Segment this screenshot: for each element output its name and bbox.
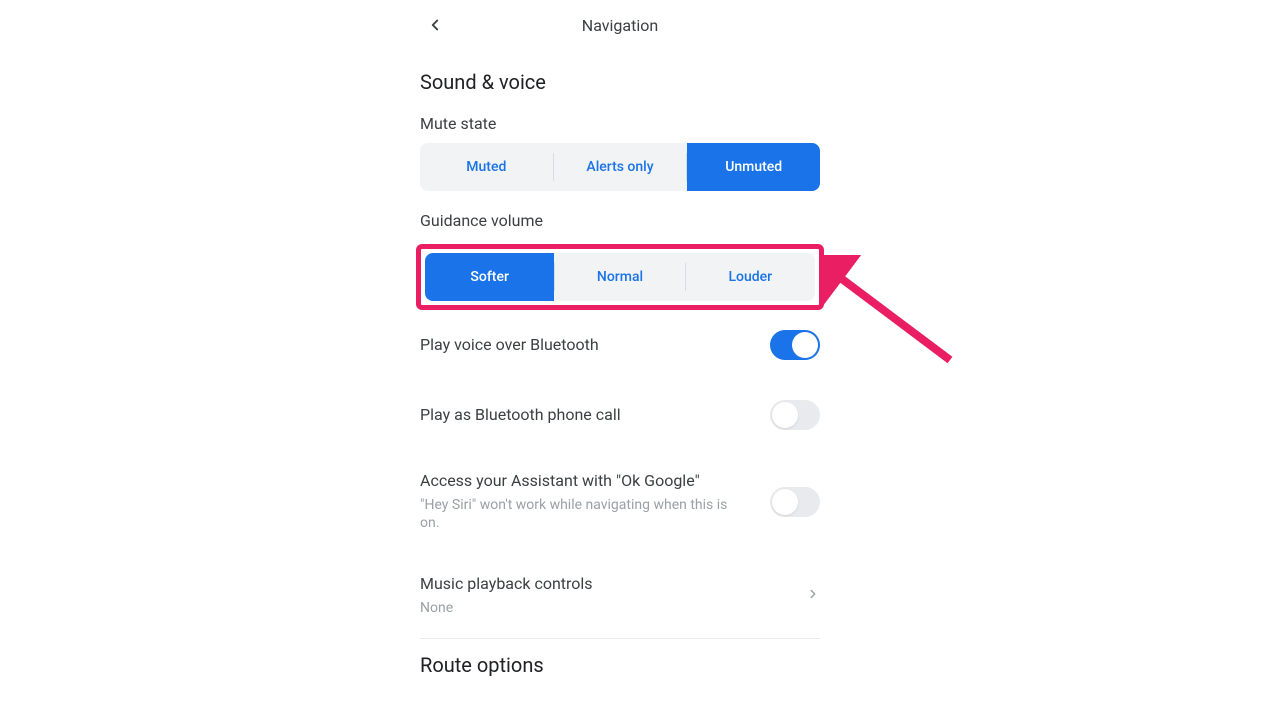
guidance-volume-option-louder[interactable]: Louder <box>686 253 815 301</box>
play-as-call-title: Play as Bluetooth phone call <box>420 404 750 426</box>
assistant-title: Access your Assistant with "Ok Google" <box>420 470 750 492</box>
row-text: Access your Assistant with "Ok Google" "… <box>420 470 770 533</box>
mute-state-option-unmuted[interactable]: Unmuted <box>687 143 820 191</box>
mute-state-option-alerts-only[interactable]: Alerts only <box>554 143 687 191</box>
annotation-arrow-icon <box>820 255 960 375</box>
guidance-volume-option-softer[interactable]: Softer <box>425 253 554 301</box>
toggle-knob <box>772 402 798 428</box>
music-playback-title: Music playback controls <box>420 573 786 595</box>
play-voice-bluetooth-title: Play voice over Bluetooth <box>420 334 750 356</box>
chevron-right-icon <box>806 585 820 606</box>
mute-state-option-muted[interactable]: Muted <box>420 143 553 191</box>
guidance-volume-label: Guidance volume <box>410 203 830 240</box>
assistant-subtitle: "Hey Siri" won't work while navigating w… <box>420 496 750 534</box>
row-text: Play as Bluetooth phone call <box>420 404 770 426</box>
section-sound-voice-heading: Sound & voice <box>410 50 830 106</box>
assistant-row: Access your Assistant with "Ok Google" "… <box>410 450 830 553</box>
row-text: Play voice over Bluetooth <box>420 334 770 356</box>
mute-state-label: Mute state <box>410 106 830 143</box>
toggle-knob <box>792 332 818 358</box>
music-playback-value: None <box>420 599 786 618</box>
annotation-highlight-box: Softer Normal Louder <box>416 244 824 310</box>
play-as-call-toggle[interactable] <box>770 400 820 430</box>
play-voice-bluetooth-toggle[interactable] <box>770 330 820 360</box>
play-as-call-row: Play as Bluetooth phone call <box>410 380 830 450</box>
music-playback-row[interactable]: Music playback controls None <box>410 553 830 637</box>
chevron-left-icon <box>426 16 444 34</box>
assistant-toggle[interactable] <box>770 487 820 517</box>
guidance-volume-option-normal[interactable]: Normal <box>555 253 684 301</box>
play-voice-bluetooth-row: Play voice over Bluetooth <box>410 310 830 380</box>
guidance-volume-segmented: Softer Normal Louder <box>425 253 815 301</box>
back-button[interactable] <box>420 10 450 40</box>
mute-state-segmented: Muted Alerts only Unmuted <box>420 143 820 191</box>
toggle-knob <box>772 489 798 515</box>
page-title: Navigation <box>410 16 830 35</box>
row-text: Music playback controls None <box>420 573 806 617</box>
header-bar: Navigation <box>410 0 830 50</box>
navigation-settings-screen: Navigation Sound & voice Mute state Mute… <box>410 0 830 689</box>
section-route-options-heading: Route options <box>410 639 830 689</box>
